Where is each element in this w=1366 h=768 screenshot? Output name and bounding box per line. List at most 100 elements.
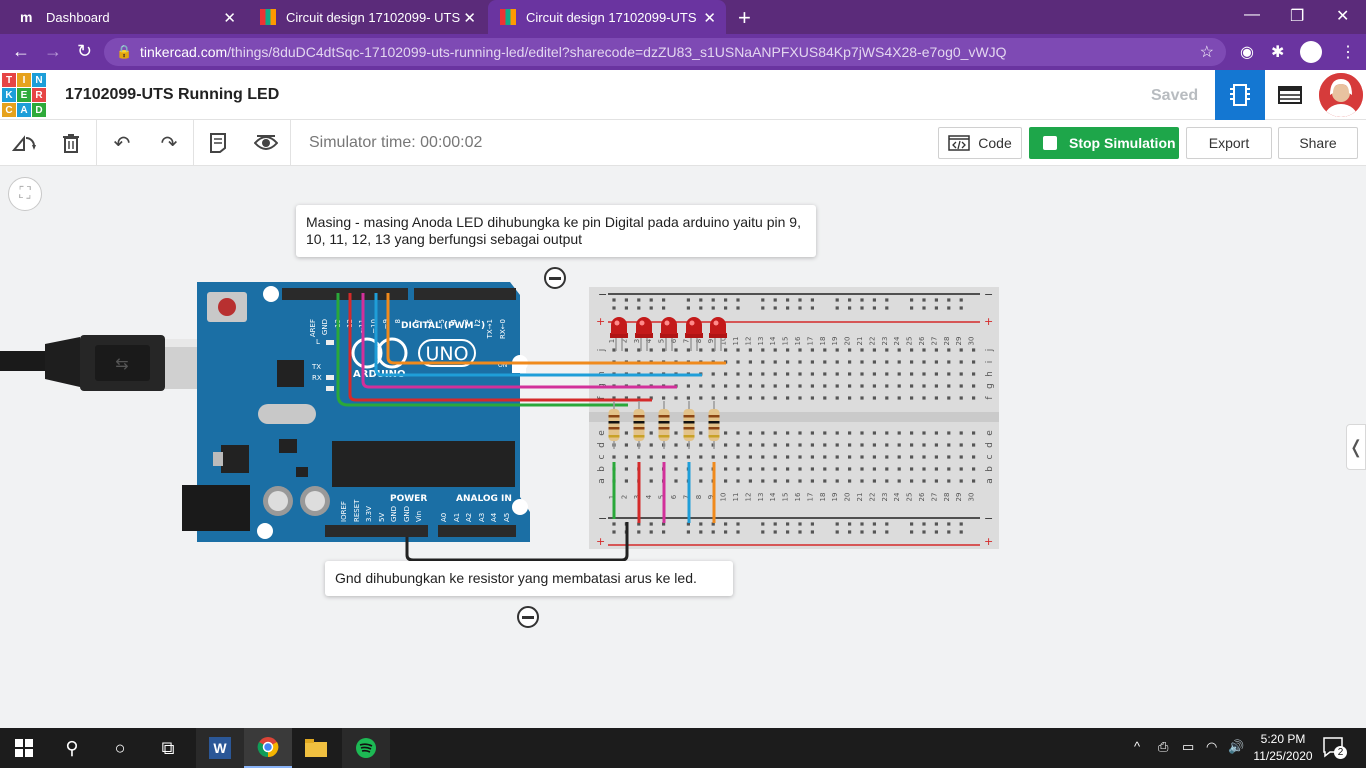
tinkercad-logo[interactable]: T I N K E R C A D [2,73,46,117]
rotate-icon[interactable] [11,130,37,156]
spotify-icon[interactable] [342,728,390,768]
breadboard-hole [711,384,715,388]
undo-icon[interactable]: ↶ [109,130,135,156]
breadboard-hole [947,522,951,526]
close-icon[interactable]: ✕ [703,9,716,27]
component-list-view-button[interactable] [1265,70,1315,120]
tab-circuit-design-uts-sen[interactable]: Circuit design 17102099- UTS Sen ✕ [248,0,486,34]
extension-icon[interactable]: ◉ [1240,42,1254,62]
new-tab-icon[interactable]: + [738,5,751,31]
forward-icon[interactable]: → [44,41,62,62]
breadboard-hole [761,443,765,447]
tab-dashboard[interactable]: m Dashboard ✕ [8,0,246,34]
arduino-pin-label: A4 [490,512,498,522]
breadboard-hole [773,455,777,459]
cortana-circle-icon[interactable]: ○ [96,728,144,768]
reload-icon[interactable]: ↻ [77,41,92,62]
breadboard-hole [848,522,852,526]
minimize-icon[interactable]: — [1244,6,1260,24]
breadboard-hole [798,443,802,447]
volume-icon[interactable]: 🔊 [1228,739,1244,755]
breadboard-hole [711,455,715,459]
breadboard-hole [959,348,963,352]
toolbar-divider [290,120,291,166]
trash-icon[interactable] [58,130,84,156]
breadboard-hole [798,522,802,526]
column-number-label: 1 [608,339,616,343]
column-number-label: 14 [769,336,777,345]
breadboard-hole [798,396,802,400]
breadboard-hole [724,522,728,526]
profile-avatar-icon[interactable] [1300,41,1322,63]
code-button[interactable]: Code [938,127,1022,159]
arduino-pin-label: TX→1 [486,319,494,339]
search-icon[interactable]: ⚲ [48,728,96,768]
window-close-icon[interactable]: ✕ [1336,6,1349,26]
logo-letter: A [17,103,31,117]
breadboard-hole [934,530,938,534]
column-number-label: 21 [856,493,864,502]
breadboard-hole [885,306,889,310]
column-number-label: 8 [695,339,703,343]
arduino-pin-label: 8 [394,319,402,323]
breadboard-hole [761,467,765,471]
breadboard-hole [959,396,963,400]
breadboard-hole [748,396,752,400]
column-number-label: 26 [918,336,926,345]
annotation-note-top[interactable]: Masing - masing Anoda LED dihubungka ke … [296,205,816,257]
tab-circuit-design-uts-run[interactable]: Circuit design 17102099-UTS Run ✕ [488,0,726,34]
notes-icon[interactable] [205,130,231,156]
notification-center-icon[interactable]: 2 [1322,736,1348,760]
breadboard-hole [699,348,703,352]
logo-letter: T [2,73,16,87]
breadboard-hole [773,384,777,388]
redo-icon[interactable]: ↷ [156,130,182,156]
wifi-icon[interactable]: ◠ [1206,739,1217,755]
task-view-icon[interactable]: ⧉ [144,728,192,768]
breadboard-hole [711,530,715,534]
system-clock[interactable]: 5:20 PM 11/25/2020 [1252,731,1314,765]
export-button[interactable]: Export [1186,127,1272,159]
export-label: Export [1208,135,1250,151]
stop-simulation-button[interactable]: Stop Simulation [1029,127,1179,159]
share-button[interactable]: Share [1278,127,1358,159]
collapse-note-icon[interactable] [544,267,566,289]
back-icon[interactable]: ← [12,41,30,62]
collapse-note-icon[interactable] [517,606,539,628]
breadboard-hole [810,522,814,526]
windows-start-icon[interactable] [0,728,48,768]
design-title[interactable]: 17102099-UTS Running LED [65,86,279,104]
breadboard-hole [848,298,852,302]
chrome-icon[interactable] [244,728,292,768]
arduino-pin-label: IOREF [340,501,348,522]
puzzle-extensions-icon[interactable]: ✱ [1271,42,1284,62]
code-editor-icon [948,135,971,151]
close-icon[interactable]: ✕ [463,9,476,27]
panel-toggle-chevron-left-icon[interactable]: ❬ [1346,424,1366,470]
file-explorer-icon[interactable] [292,728,340,768]
close-icon[interactable]: ✕ [223,9,236,27]
battery-icon[interactable]: ▭ [1182,739,1194,755]
breadboard-hole [947,396,951,400]
circuit-view-button[interactable] [1215,70,1265,120]
visibility-eye-icon[interactable] [253,130,279,156]
restore-icon[interactable]: ❐ [1290,6,1304,26]
arduino-pin-label: AREF [309,319,317,337]
breadboard-hole [922,479,926,483]
more-menu-icon[interactable]: ⋮ [1340,42,1356,62]
meet-now-icon[interactable]: ⎙ [1158,739,1168,755]
bookmark-star-icon[interactable]: ☆ [1200,42,1214,62]
breadboard-hole [810,479,814,483]
breadboard-hole [624,443,628,447]
annotation-note-bottom[interactable]: Gnd dihubungkan ke resistor yang membata… [325,561,733,596]
url-input[interactable]: 🔒 tinkercad.com/things/8duDC4dtSqc-17102… [104,38,1226,66]
workplane-canvas[interactable]: ⛶ ⇆ UNO ARDUINO DIGITAL (PWM~) POWER ANA… [0,167,1366,728]
breadboard-hole [848,396,852,400]
logo-letter: R [32,88,46,102]
user-avatar[interactable] [1319,73,1363,117]
word-icon[interactable]: W [196,728,244,768]
chevron-up-icon[interactable]: ^ [1134,739,1140,754]
breadboard-hole [711,298,715,302]
breadboard-hole [959,431,963,435]
column-number-label: 29 [955,337,963,346]
